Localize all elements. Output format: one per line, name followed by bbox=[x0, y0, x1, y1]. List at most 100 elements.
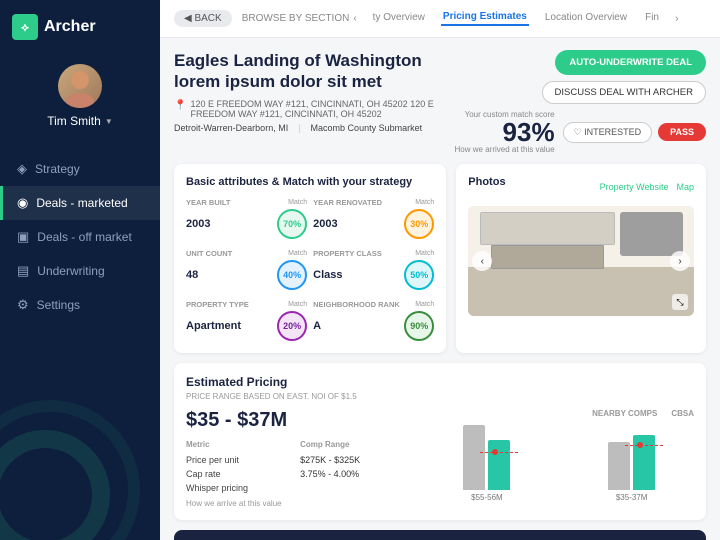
chart-bar-label-cbsa: $35-37M bbox=[616, 493, 648, 502]
pricing-table: Metric Comp Range Price per unit $275K -… bbox=[186, 440, 411, 495]
property-website-link[interactable]: Property Website bbox=[600, 182, 669, 192]
main-content: ◀ BACK BROWSE BY SECTION ‹ ty Overview P… bbox=[160, 0, 720, 540]
browse-section-label: BROWSE BY SECTION ‹ bbox=[242, 13, 357, 24]
sidebar-item-deals-marketed[interactable]: ◉ Deals - marketed bbox=[0, 186, 160, 220]
tab-overview[interactable]: ty Overview bbox=[371, 12, 427, 25]
tab-location[interactable]: Location Overview bbox=[543, 12, 629, 25]
auto-underwrite-button[interactable]: AUTO-UNDERWRITE DEAL bbox=[555, 50, 706, 75]
location-icon: 📍 bbox=[174, 100, 186, 111]
match-circle-neighborhood: 90% bbox=[404, 311, 434, 341]
sidebar-item-settings[interactable]: ⚙ Settings bbox=[0, 288, 160, 322]
match-score: Your custom match score 93% How we arriv… bbox=[455, 110, 555, 154]
dashed-line-cbsa bbox=[625, 445, 663, 446]
logo-area: ⟡ Archer bbox=[0, 0, 160, 54]
back-button[interactable]: ◀ BACK bbox=[174, 10, 232, 27]
photo-expand-button[interactable]: ⤡ bbox=[672, 294, 688, 310]
chart-labels: NEARBY COMPS CBSA bbox=[425, 409, 694, 418]
deals-marketed-icon: ◉ bbox=[17, 195, 28, 211]
match-circle-year-renovated: 30% bbox=[404, 209, 434, 239]
attributes-card: Basic attributes & Match with your strat… bbox=[174, 164, 446, 353]
pricing-header: Estimated Pricing PRICE RANGE BASED ON E… bbox=[186, 375, 694, 401]
attributes-card-title: Basic attributes & Match with your strat… bbox=[186, 176, 434, 188]
interested-button[interactable]: ♡ INTERESTED bbox=[563, 122, 653, 143]
cards-row: Basic attributes & Match with your strat… bbox=[174, 164, 706, 353]
table-row: Price per unit $275K - $325K bbox=[186, 453, 411, 467]
photo-next-button[interactable]: › bbox=[670, 251, 690, 271]
chevron-down-icon: ▼ bbox=[105, 117, 113, 126]
attr-year-built: YEAR BUILT Match 2003 70% bbox=[186, 198, 307, 239]
settings-icon: ⚙ bbox=[17, 297, 29, 313]
bottom-banner: To view Comparable Properties/Recent Tra… bbox=[174, 530, 706, 540]
pricing-right: NEARBY COMPS CBSA bbox=[425, 409, 694, 508]
chart-label-nearby: NEARBY COMPS bbox=[592, 409, 657, 418]
match-circle-property-class: 50% bbox=[404, 260, 434, 290]
property-address: 📍 120 E FREEDOM WAY #121, CINCINNATI, OH… bbox=[174, 99, 445, 119]
avatar-image bbox=[58, 64, 102, 108]
bar-nearby-teal bbox=[488, 440, 510, 490]
table-row: Cap rate 3.75% - 4.00% bbox=[186, 467, 411, 481]
map-link[interactable]: Map bbox=[676, 182, 694, 192]
avatar bbox=[58, 64, 102, 108]
bar-cbsa-gray bbox=[608, 442, 630, 490]
market-tag: Detroit-Warren-Dearborn, MI bbox=[174, 123, 288, 133]
attr-property-type: PROPERTY TYPE Match Apartment 20% bbox=[186, 300, 307, 341]
attr-property-class: PROPERTY CLASS Match Class 50% bbox=[313, 249, 434, 290]
nav-tabs: ty Overview Pricing Estimates Location O… bbox=[371, 11, 679, 26]
discuss-button[interactable]: DISCUSS DEAL WITH ARCHER bbox=[542, 81, 706, 104]
logo-text: Archer bbox=[44, 18, 96, 36]
photos-card: Photos Property Website Map bbox=[456, 164, 706, 353]
property-tags: Detroit-Warren-Dearborn, MI | Macomb Cou… bbox=[174, 123, 445, 133]
chart-label-cbsa: CBSA bbox=[671, 409, 694, 418]
price-note: How we arrive at this value bbox=[186, 499, 411, 508]
sidebar-item-underwriting[interactable]: ▤ Underwriting bbox=[0, 254, 160, 288]
submarket-tag: Macomb County Submarket bbox=[311, 123, 423, 133]
kitchen-appliance bbox=[620, 212, 683, 256]
content-area: Eagles Landing of Washington lorem ipsum… bbox=[160, 38, 720, 540]
photos-header: Photos Property Website Map bbox=[468, 176, 694, 198]
photos-title: Photos bbox=[468, 176, 505, 188]
user-name[interactable]: Tim Smith ▼ bbox=[47, 114, 112, 128]
bar-cbsa-teal bbox=[633, 435, 655, 490]
underwriting-icon: ▤ bbox=[17, 263, 29, 279]
match-score-value: 93% bbox=[455, 119, 555, 145]
tab-fin[interactable]: Fin bbox=[643, 12, 661, 25]
chart-bar-label-nearby: $55-56M bbox=[471, 493, 503, 502]
kitchen-cabinet bbox=[480, 212, 615, 245]
pricing-card: Estimated Pricing PRICE RANGE BASED ON E… bbox=[174, 363, 706, 520]
sidebar-item-deals-off-market[interactable]: ▣ Deals - off market bbox=[0, 220, 160, 254]
pass-button[interactable]: PASS bbox=[658, 123, 706, 141]
nav-arrow-right[interactable]: › bbox=[675, 13, 679, 25]
top-nav: ◀ BACK BROWSE BY SECTION ‹ ty Overview P… bbox=[160, 0, 720, 38]
sidebar: ⟡ Archer Tim Smith ▼ ◈ Strategy ◉ Deals … bbox=[0, 0, 160, 540]
property-info: Eagles Landing of Washington lorem ipsum… bbox=[174, 50, 445, 133]
col-metric: Metric bbox=[186, 440, 300, 453]
match-circle-year-built: 70% bbox=[277, 209, 307, 239]
pricing-left: $35 - $37M Metric Comp Range Price per u… bbox=[186, 409, 411, 508]
attr-neighborhood-rank: NEIGHBORHOOD RANK Match A 90% bbox=[313, 300, 434, 341]
user-profile: Tim Smith ▼ bbox=[0, 54, 160, 144]
photos-links: Property Website Map bbox=[600, 182, 694, 192]
attr-year-renovated: YEAR RENOVATED Match 2003 30% bbox=[313, 198, 434, 239]
table-row: Whisper pricing bbox=[186, 481, 411, 495]
sidebar-item-strategy[interactable]: ◈ Strategy bbox=[0, 152, 160, 186]
property-header: Eagles Landing of Washington lorem ipsum… bbox=[174, 50, 706, 154]
header-right: AUTO-UNDERWRITE DEAL DISCUSS DEAL WITH A… bbox=[455, 50, 706, 154]
kitchen-counter bbox=[468, 267, 694, 317]
photo-container: ‹ › ⤡ bbox=[468, 206, 694, 316]
kitchen-backsplash bbox=[491, 245, 604, 269]
match-circle-unit-count: 40% bbox=[277, 260, 307, 290]
match-circle-property-type: 20% bbox=[277, 311, 307, 341]
attr-unit-count: UNIT COUNT Match 48 40% bbox=[186, 249, 307, 290]
strategy-icon: ◈ bbox=[17, 161, 27, 177]
tab-pricing[interactable]: Pricing Estimates bbox=[441, 11, 529, 26]
property-title: Eagles Landing of Washington lorem ipsum… bbox=[174, 50, 445, 93]
pricing-title: Estimated Pricing bbox=[186, 375, 694, 389]
pricing-subtitle: PRICE RANGE BASED ON EAST. NOI OF $1.5 bbox=[186, 392, 694, 401]
col-comp-range: Comp Range bbox=[300, 440, 410, 453]
action-buttons: ♡ INTERESTED PASS bbox=[563, 122, 706, 143]
attributes-grid: YEAR BUILT Match 2003 70% YEAR RENOVATED… bbox=[186, 198, 434, 341]
dot-cbsa bbox=[637, 442, 643, 448]
photo-prev-button[interactable]: ‹ bbox=[472, 251, 492, 271]
dashed-line-nearby bbox=[480, 452, 518, 453]
nav-arrow-left[interactable]: ‹ bbox=[353, 13, 356, 24]
